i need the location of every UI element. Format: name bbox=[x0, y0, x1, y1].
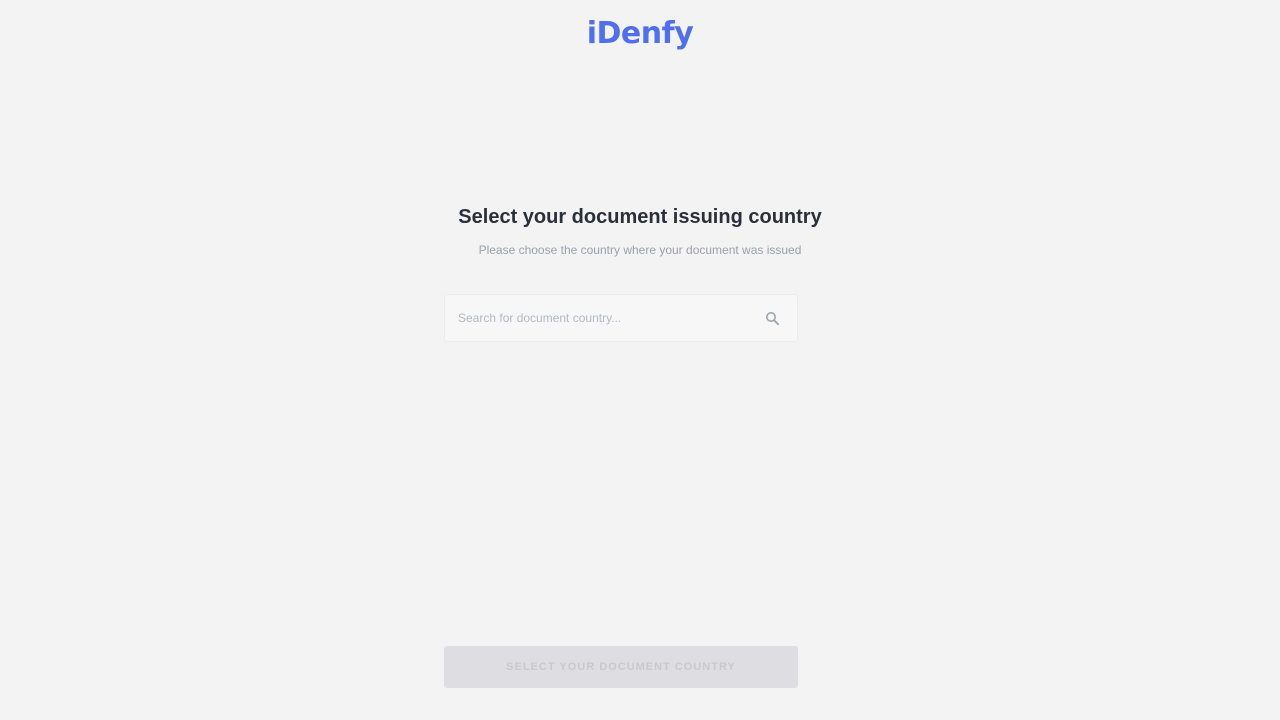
country-search-box bbox=[444, 294, 798, 342]
page-subtitle: Please choose the country where your doc… bbox=[478, 243, 802, 257]
select-document-country-button[interactable]: SELECT YOUR DOCUMENT COUNTRY bbox=[444, 646, 798, 688]
country-selection-page: iDenfy Select your document issuing coun… bbox=[0, 0, 1280, 720]
idenfy-logo: iDenfy bbox=[586, 16, 694, 51]
search-icon[interactable] bbox=[765, 311, 780, 326]
page-title: Select your document issuing country bbox=[458, 206, 822, 228]
country-search-input[interactable] bbox=[445, 295, 755, 341]
